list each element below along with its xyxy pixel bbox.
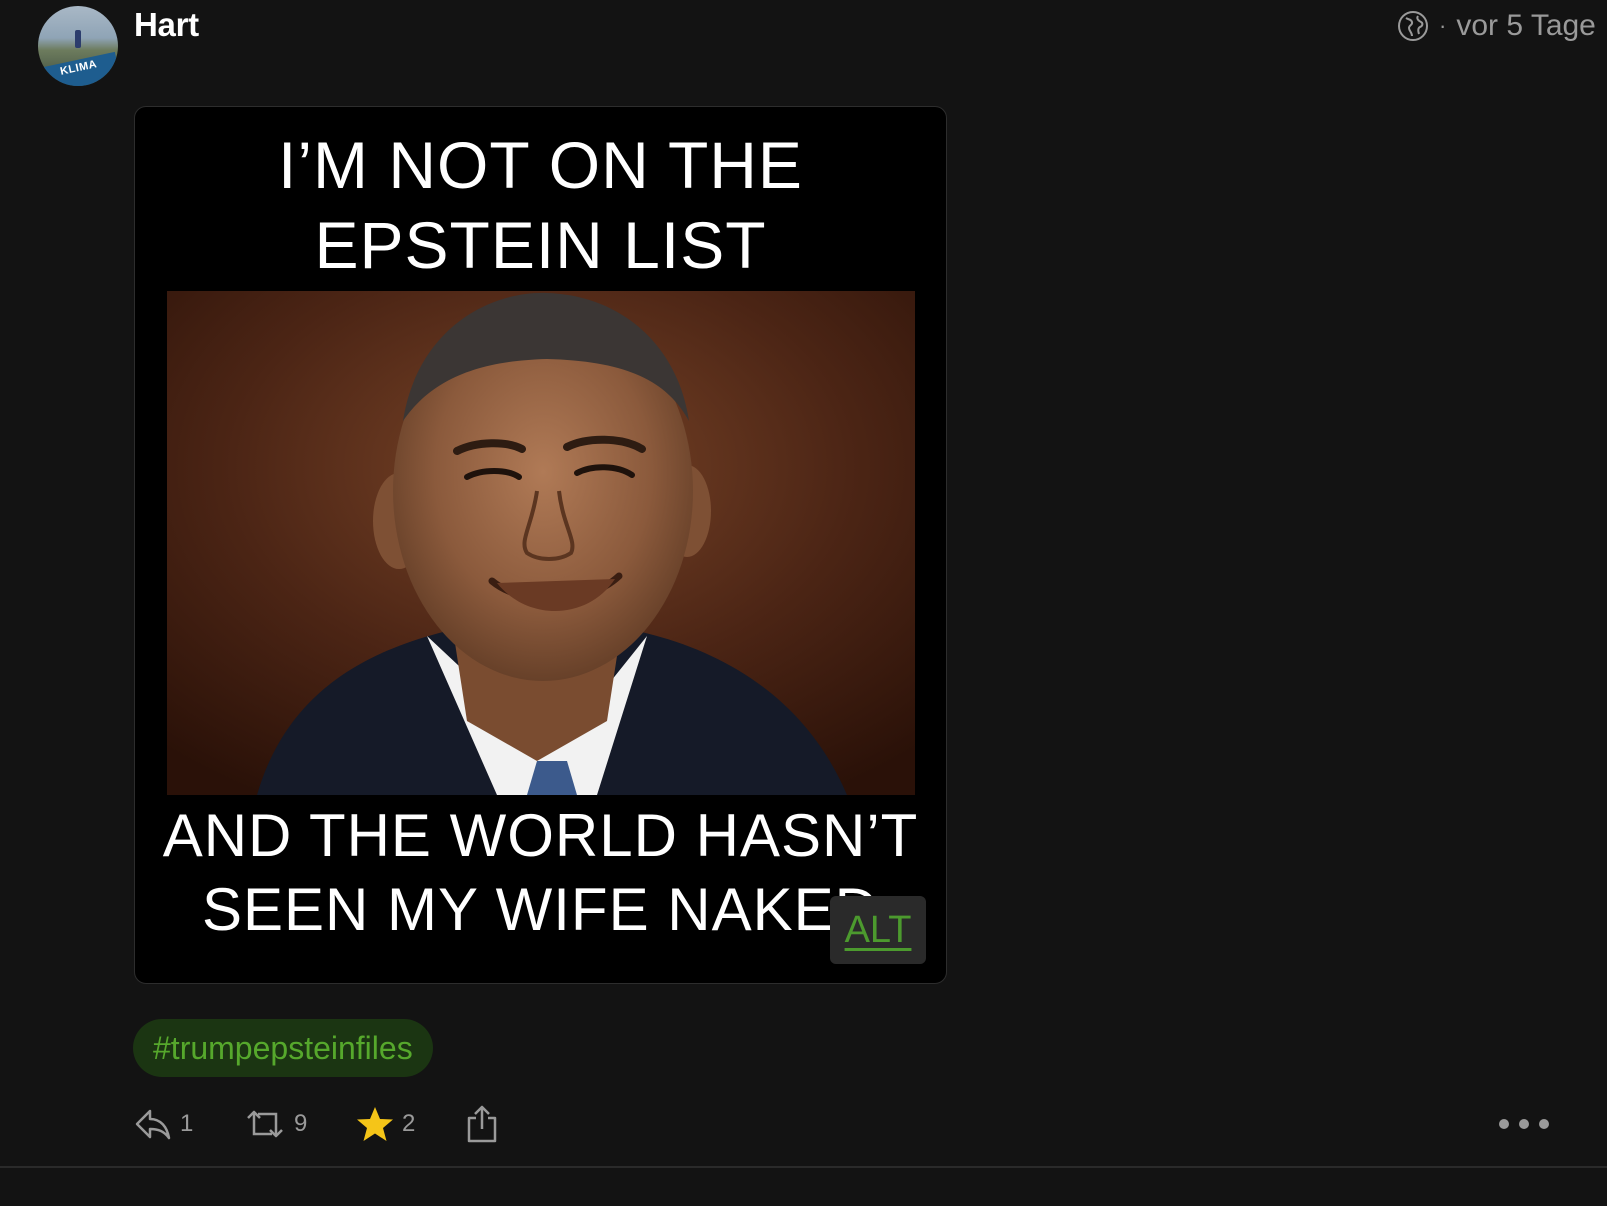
reply-count: 1 xyxy=(180,1110,194,1137)
meta-separator: · xyxy=(1439,13,1447,38)
post-card: KLIMA Hart · vor 5 Tage I’M NOT ON THE E… xyxy=(0,0,1607,1206)
more-options-button[interactable] xyxy=(1498,1100,1550,1148)
meme-bottom-line-2: SEEN MY WIFE NAKED xyxy=(201,876,879,943)
post-meta: · vor 5 Tage xyxy=(1397,8,1596,44)
meme-top-line-1: I’M NOT ON THE xyxy=(278,128,803,202)
reply-button[interactable]: 1 xyxy=(134,1100,193,1148)
boost-icon xyxy=(244,1106,286,1142)
boost-count: 9 xyxy=(294,1110,308,1137)
meme-bottom-line-1: AND THE WORLD HASN’T xyxy=(162,802,919,869)
meme-photo xyxy=(167,291,915,795)
post-image[interactable]: I’M NOT ON THE EPSTEIN LIST AND THE WORL… xyxy=(134,106,947,984)
meme-bottom-text: AND THE WORLD HASN’T SEEN MY WIFE NAKED xyxy=(135,799,946,947)
alt-text-button[interactable]: ALT xyxy=(830,896,926,964)
author-avatar[interactable]: KLIMA xyxy=(38,6,118,86)
star-icon xyxy=(356,1106,394,1142)
boost-button[interactable]: 9 xyxy=(244,1100,307,1148)
post-timestamp[interactable]: vor 5 Tage xyxy=(1456,9,1596,43)
hashtag-link[interactable]: #trumpepsteinfiles xyxy=(133,1019,433,1077)
meme-top-text: I’M NOT ON THE EPSTEIN LIST xyxy=(135,125,946,285)
more-icon xyxy=(1498,1118,1550,1130)
author-name[interactable]: Hart xyxy=(134,6,199,44)
post-divider xyxy=(0,1166,1607,1168)
favourite-count: 2 xyxy=(402,1110,416,1137)
post-actions: 1 9 2 xyxy=(134,1100,1554,1148)
meme-top-line-2: EPSTEIN LIST xyxy=(314,208,767,282)
favourite-button[interactable]: 2 xyxy=(356,1100,415,1148)
share-icon xyxy=(466,1104,498,1144)
avatar-figure xyxy=(75,30,81,48)
reply-icon xyxy=(134,1107,172,1141)
globe-icon xyxy=(1397,10,1429,42)
share-button[interactable] xyxy=(466,1100,498,1148)
